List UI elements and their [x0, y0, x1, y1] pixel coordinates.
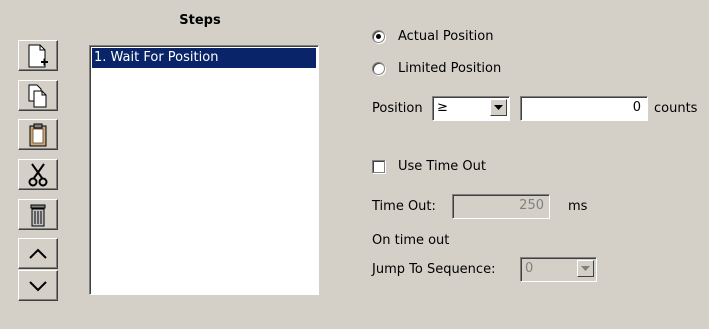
limited-position-option[interactable]: Limited Position [372, 61, 532, 77]
jump-to-sequence-select[interactable]: 0 [520, 257, 597, 282]
cut-step-button[interactable] [18, 159, 58, 190]
position-unit: counts [654, 101, 698, 116]
trash-icon [30, 204, 46, 226]
copy-step-button[interactable] [18, 80, 58, 111]
actual-position-option[interactable]: Actual Position [372, 29, 532, 45]
use-timeout-option[interactable]: Use Time Out [372, 159, 532, 175]
on-timeout-label: On time out [372, 233, 450, 248]
jump-to-sequence-label: Jump To Sequence: [372, 262, 496, 277]
paste-step-button[interactable] [18, 119, 58, 150]
timeout-value: 250 [519, 198, 544, 213]
jump-to-sequence-value: 0 [525, 261, 534, 276]
move-down-button[interactable] [18, 270, 58, 301]
copy-icon [28, 84, 47, 107]
position-label: Position [372, 101, 423, 116]
actual-position-label: Actual Position [398, 29, 494, 44]
position-operator-value: ≥ [437, 100, 448, 115]
move-up-button[interactable] [18, 238, 58, 269]
position-value: 0 [632, 100, 641, 115]
chevron-down-icon [581, 266, 590, 271]
chevron-down-icon [29, 280, 47, 291]
scissors-icon [28, 162, 48, 186]
list-item[interactable]: 1. Wait For Position [92, 48, 316, 68]
timeout-value-field[interactable]: 250 [452, 194, 550, 219]
new-step-button[interactable] [18, 40, 58, 71]
paste-icon [29, 123, 47, 146]
actual-position-radio[interactable] [372, 30, 385, 43]
delete-step-button[interactable] [18, 199, 58, 230]
new-document-icon [28, 44, 48, 67]
limited-position-radio[interactable] [372, 62, 385, 75]
timeout-label: Time Out: [372, 199, 436, 214]
chevron-down-icon [494, 105, 503, 110]
chevron-up-icon [29, 248, 47, 259]
limited-position-label: Limited Position [398, 61, 502, 76]
use-timeout-label: Use Time Out [398, 159, 486, 174]
steps-list[interactable]: 1. Wait For Position [89, 45, 319, 295]
jump-to-sequence-dropdown-button[interactable] [577, 260, 594, 277]
steps-title: Steps [179, 13, 221, 28]
use-timeout-checkbox[interactable] [372, 160, 385, 173]
position-operator-select[interactable]: ≥ [432, 96, 510, 121]
timeout-unit: ms [568, 199, 588, 214]
position-operator-dropdown-button[interactable] [490, 99, 507, 116]
position-value-field[interactable]: 0 [520, 96, 648, 121]
